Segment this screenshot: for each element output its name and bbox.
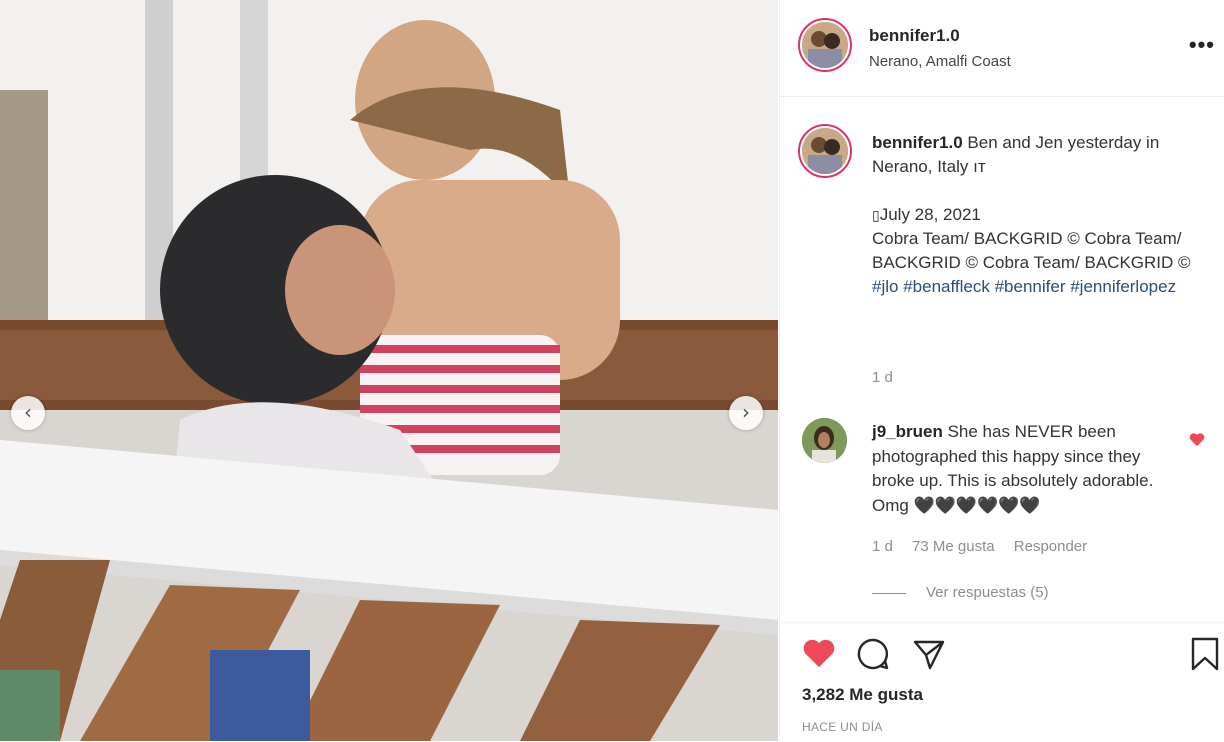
previous-photo-button[interactable]: ‹ [11, 396, 45, 430]
post-actions: 3,282 Me gusta HACE UN DÍA [780, 622, 1224, 742]
hashtag-bennifer[interactable]: #bennifer [995, 277, 1066, 296]
profile-avatar[interactable] [798, 18, 852, 72]
post-age: HACE UN DÍA [802, 720, 883, 734]
chevron-left-icon: ‹ [24, 400, 32, 424]
comment-icon[interactable] [856, 637, 890, 676]
comment-meta: 1 d 73 Me gusta Responder [872, 538, 1102, 555]
photo-illustration [0, 0, 778, 741]
hashtag-jlo[interactable]: #jlo [872, 277, 898, 296]
hashtag-jenniferlopez[interactable]: #jenniferlopez [1070, 277, 1176, 296]
comment: j9_bruen She has NEVER been photographed… [872, 420, 1172, 518]
next-photo-button[interactable]: › [729, 396, 763, 430]
post-header: bennifer1.0 Nerano, Amalfi Coast ••• [780, 0, 1224, 97]
comment-like-heart-icon[interactable] [1189, 432, 1205, 452]
hashtag-benaffleck[interactable]: #benaffleck [903, 277, 990, 296]
like-count[interactable]: 3,282 Me gusta [802, 685, 923, 705]
post-photo: ‹ › [0, 0, 778, 741]
reply-button[interactable]: Responder [1014, 538, 1087, 555]
comment-likes[interactable]: 73 Me gusta [912, 538, 995, 555]
caption-author-avatar[interactable] [798, 124, 852, 178]
post-author-username[interactable]: bennifer1.0 [869, 26, 960, 46]
calendar-icon: ▯ [872, 207, 880, 223]
comment-timestamp: 1 d [872, 538, 893, 555]
caption-credit: Cobra Team/ BACKGRID © Cobra Team/ BACKG… [872, 229, 1191, 272]
caption-username[interactable]: bennifer1.0 [872, 133, 963, 152]
view-replies-label: Ver respuestas (5) [926, 584, 1049, 601]
post-details-panel: bennifer1.0 Nerano, Amalfi Coast ••• ben… [779, 0, 1224, 741]
post-caption: bennifer1.0 Ben and Jen yesterday in Ner… [872, 131, 1202, 299]
chevron-right-icon: › [742, 400, 750, 424]
commenter-avatar[interactable] [802, 418, 847, 463]
view-replies-button[interactable]: Ver respuestas (5) [872, 584, 1049, 601]
save-bookmark-icon[interactable] [1190, 637, 1220, 676]
comment-username[interactable]: j9_bruen [872, 422, 943, 441]
replies-divider [872, 592, 906, 594]
caption-timestamp: 1 d [872, 369, 893, 386]
share-icon[interactable] [912, 637, 946, 676]
post-location[interactable]: Nerano, Amalfi Coast [869, 53, 1011, 70]
more-options-icon[interactable]: ••• [1189, 34, 1215, 56]
like-heart-icon[interactable] [802, 637, 836, 674]
caption-date: July 28, 2021 [879, 205, 981, 224]
